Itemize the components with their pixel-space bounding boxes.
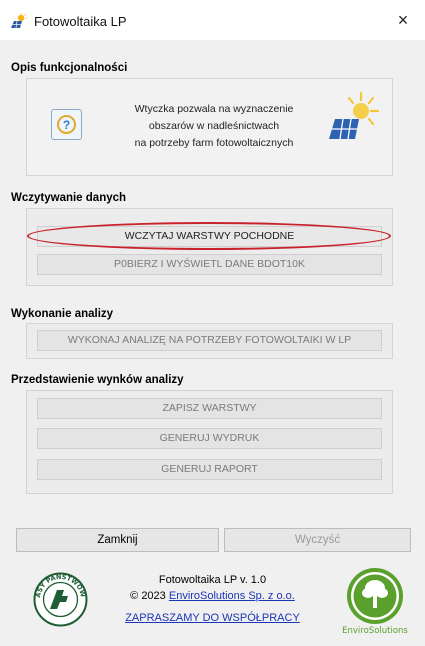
envirosolutions-logo: EnviroSolutions (342, 568, 408, 636)
solar-panel-app-icon (11, 13, 27, 29)
window-title: Fotowoltaika LP (34, 14, 127, 29)
load-layers-button[interactable]: WCZYTAJ WARSTWY POCHODNE (37, 226, 382, 247)
title-bar: Fotowoltaika LP × (0, 0, 425, 40)
results-heading: Przedstawienie wynków analizy (11, 374, 184, 386)
analysis-heading: Wykonanie analizy (11, 308, 114, 320)
description-heading: Opis funkcjonalności (11, 62, 128, 74)
description-text: Wtyczka pozwala na wyznaczenie obszarów … (134, 103, 294, 149)
run-analysis-button[interactable]: WYKONAJ ANALIZĘ NA POTRZEBY FOTOWOLTAIKI… (37, 330, 382, 351)
generate-print-button[interactable]: GENERUJ WYDRUK (37, 428, 382, 449)
copyright-line: © 2023 EnviroSolutions Sp. z o.o. (130, 590, 295, 602)
generate-report-button[interactable]: GENERUJ RAPORT (37, 459, 382, 480)
close-icon[interactable]: × (391, 9, 415, 31)
close-button[interactable]: Zamknij (16, 528, 219, 552)
company-link[interactable]: EnviroSolutions Sp. z o.o. (169, 590, 295, 602)
data-loading-heading: Wczytywanie danych (11, 192, 127, 204)
cooperation-link[interactable]: ZAPRASZAMY DO WSPÓŁPRACY (120, 612, 305, 624)
description-panel: ? Wtyczka pozwala na wyznaczenie obszaró… (26, 78, 393, 176)
clear-button[interactable]: Wyczyść (224, 528, 411, 552)
fetch-bdot-button[interactable]: P0BIERZ I WYŚWIETL DANE BDOT10K (37, 254, 382, 275)
save-layers-button[interactable]: ZAPISZ WARSTWY (37, 398, 382, 419)
svg-text:EnviroSolutions: EnviroSolutions (342, 626, 408, 636)
sun-solar-panel-icon (329, 91, 380, 140)
lasy-panstwowe-logo: LASY PAŃSTWOWE (33, 572, 88, 627)
version-text: Fotowoltaika LP v. 1.0 (158, 574, 267, 586)
help-question-icon: ? (51, 109, 82, 140)
